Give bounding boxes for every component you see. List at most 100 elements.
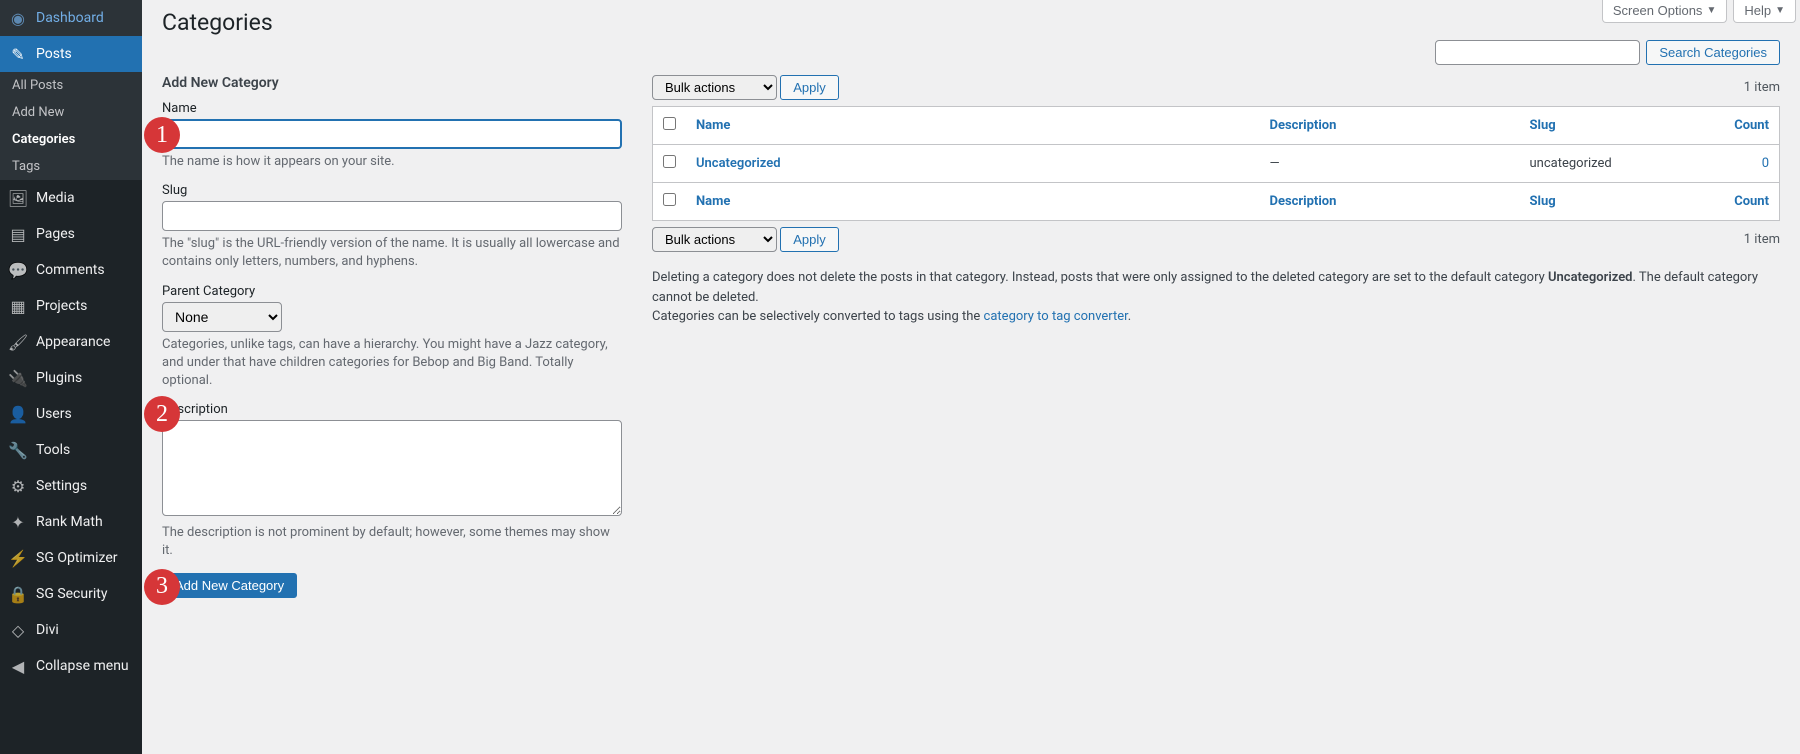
help-button[interactable]: Help ▼ — [1733, 0, 1796, 23]
sidebar-label: Collapse menu — [36, 658, 129, 674]
add-category-form: Add New Category 1 Name The name is how … — [162, 75, 622, 598]
sidebar-item-sg-security[interactable]: 🔒 SG Security — [0, 576, 142, 612]
category-count-link[interactable]: 0 — [1762, 156, 1769, 171]
sidebar-item-collapse[interactable]: ◀ Collapse menu — [0, 648, 142, 684]
sidebar-item-pages[interactable]: ▤ Pages — [0, 216, 142, 252]
field-parent: Parent Category None Categories, unlike … — [162, 284, 622, 391]
select-all-top[interactable] — [663, 117, 676, 130]
sidebar-label: Settings — [36, 478, 87, 494]
col-name-bottom[interactable]: Name — [696, 194, 730, 209]
form-heading: Add New Category — [162, 75, 622, 91]
sidebar-label: Posts — [36, 46, 72, 62]
parent-help: Categories, unlike tags, can have a hier… — [162, 336, 622, 391]
chevron-down-icon: ▼ — [1706, 5, 1716, 16]
sidebar-item-divi[interactable]: ◇ Divi — [0, 612, 142, 648]
category-name-link[interactable]: Uncategorized — [696, 156, 781, 171]
col-slug-bottom[interactable]: Slug — [1530, 194, 1556, 209]
sidebar-label: Dashboard — [36, 10, 104, 26]
item-count-top: 1 item — [1744, 80, 1780, 95]
sg-optimizer-icon: ⚡ — [8, 548, 28, 568]
sidebar-label: Comments — [36, 262, 105, 278]
description-textarea[interactable] — [162, 420, 622, 516]
sidebar-item-rank-math[interactable]: ✦ Rank Math — [0, 504, 142, 540]
sidebar-item-settings[interactable]: ⚙ Settings — [0, 468, 142, 504]
sidebar-label: Tools — [36, 442, 70, 458]
screen-options-label: Screen Options — [1613, 3, 1703, 18]
field-name: 1 Name The name is how it appears on you… — [162, 101, 622, 171]
sidebar-label: Plugins — [36, 370, 82, 386]
page-icon: ▤ — [8, 224, 28, 244]
comments-icon: 💬 — [8, 260, 28, 280]
sidebar-item-tools[interactable]: 🔧 Tools — [0, 432, 142, 468]
plugins-icon: 🔌 — [8, 368, 28, 388]
field-description: 2 Description The description is not pro… — [162, 402, 622, 560]
search-categories-button[interactable]: Search Categories — [1646, 40, 1780, 65]
note-default-cat: Uncategorized — [1548, 270, 1633, 285]
search-form: Search Categories — [162, 40, 1780, 65]
sidebar-label: Appearance — [36, 334, 110, 350]
rank-math-icon: ✦ — [8, 512, 28, 532]
category-to-tag-converter-link[interactable]: category to tag converter — [984, 309, 1128, 324]
sidebar-item-comments[interactable]: 💬 Comments — [0, 252, 142, 288]
col-slug-top[interactable]: Slug — [1530, 118, 1556, 133]
category-list-panel: Bulk actions Apply 1 item Name Descripti… — [652, 75, 1780, 598]
apply-button-bottom[interactable]: Apply — [780, 227, 839, 252]
col-count-top[interactable]: Count — [1734, 118, 1769, 133]
submenu-categories[interactable]: Categories — [0, 126, 142, 153]
bulk-actions-select-bottom[interactable]: Bulk actions — [652, 227, 777, 252]
select-all-bottom[interactable] — [663, 193, 676, 206]
callout-badge-3: 3 — [144, 569, 180, 605]
submenu-add-new[interactable]: Add New — [0, 99, 142, 126]
note-text: Deleting a category does not delete the … — [652, 270, 1548, 285]
admin-sidebar: ◉ Dashboard ✎ Posts All Posts Add New Ca… — [0, 0, 142, 754]
slug-help: The "slug" is the URL-friendly version o… — [162, 235, 622, 271]
bulk-actions-select-top[interactable]: Bulk actions — [652, 75, 777, 100]
callout-badge-1: 1 — [144, 117, 180, 153]
description-help: The description is not prominent by defa… — [162, 524, 622, 560]
slug-label: Slug — [162, 183, 622, 198]
page-title: Categories — [162, 0, 1780, 40]
col-count-bottom[interactable]: Count — [1734, 194, 1769, 209]
sidebar-item-posts[interactable]: ✎ Posts — [0, 36, 142, 72]
field-slug: Slug The "slug" is the URL-friendly vers… — [162, 183, 622, 271]
chevron-down-icon: ▼ — [1775, 5, 1785, 16]
sidebar-item-dashboard[interactable]: ◉ Dashboard — [0, 0, 142, 36]
screen-options-button[interactable]: Screen Options ▼ — [1602, 0, 1728, 23]
sidebar-label: SG Optimizer — [36, 550, 117, 566]
sidebar-label: Media — [36, 190, 75, 206]
screen-meta-links: Screen Options ▼ Help ▼ — [1602, 0, 1796, 23]
search-input[interactable] — [1435, 40, 1640, 65]
projects-icon: ▦ — [8, 296, 28, 316]
sidebar-item-appearance[interactable]: 🖌 Appearance — [0, 324, 142, 360]
table-row: Uncategorized — uncategorized 0 — [653, 145, 1780, 183]
callout-badge-2: 2 — [144, 396, 180, 432]
sidebar-item-sg-optimizer[interactable]: ⚡ SG Optimizer — [0, 540, 142, 576]
sidebar-item-plugins[interactable]: 🔌 Plugins — [0, 360, 142, 396]
row-checkbox[interactable] — [663, 155, 676, 168]
item-count-bottom: 1 item — [1744, 232, 1780, 247]
slug-input[interactable] — [162, 201, 622, 231]
category-slug-cell: uncategorized — [1520, 145, 1720, 183]
users-icon: 👤 — [8, 404, 28, 424]
name-help: The name is how it appears on your site. — [162, 153, 622, 171]
appearance-icon: 🖌 — [8, 332, 28, 352]
sidebar-item-media[interactable]: 🖼 Media — [0, 180, 142, 216]
parent-select[interactable]: None — [162, 302, 282, 332]
col-description-bottom[interactable]: Description — [1270, 194, 1337, 209]
submenu-tags[interactable]: Tags — [0, 153, 142, 180]
main-content: Screen Options ▼ Help ▼ Categories Searc… — [142, 0, 1800, 754]
sidebar-label: Projects — [36, 298, 87, 314]
col-name-top[interactable]: Name — [696, 118, 730, 133]
sidebar-item-users[interactable]: 👤 Users — [0, 396, 142, 432]
dashboard-icon: ◉ — [8, 8, 28, 28]
sidebar-label: Users — [36, 406, 72, 422]
bulk-actions-bottom: Bulk actions Apply — [652, 227, 839, 252]
add-new-category-button[interactable]: Add New Category — [162, 573, 297, 598]
apply-button-top[interactable]: Apply — [780, 75, 839, 100]
name-input[interactable] — [162, 119, 622, 149]
sidebar-item-projects[interactable]: ▦ Projects — [0, 288, 142, 324]
collapse-icon: ◀ — [8, 656, 28, 676]
submenu-all-posts[interactable]: All Posts — [0, 72, 142, 99]
bulk-actions-top: Bulk actions Apply — [652, 75, 839, 100]
col-description-top[interactable]: Description — [1270, 118, 1337, 133]
